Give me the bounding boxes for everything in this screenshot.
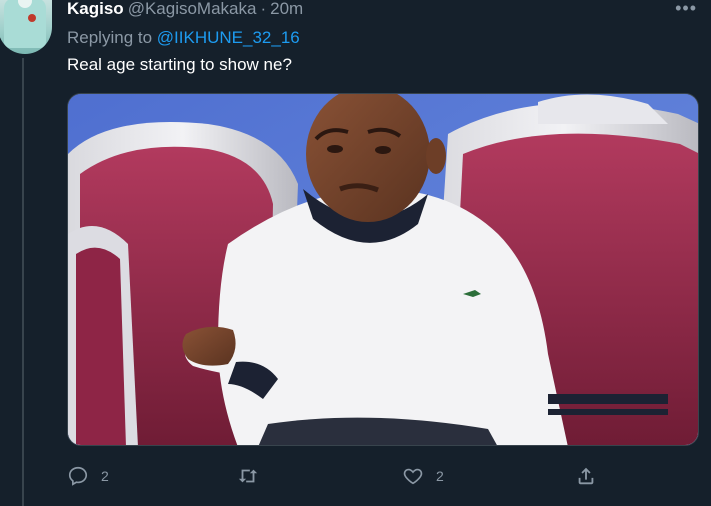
author-name[interactable]: Kagiso (67, 0, 124, 19)
tweet-timestamp[interactable]: 20m (270, 0, 303, 19)
share-button[interactable] (575, 458, 597, 494)
tweet-actions-bar: 2 2 (67, 458, 627, 498)
thread-connector-line (22, 58, 24, 506)
replying-to-mention[interactable]: @IIKHUNE_32_16 (157, 28, 300, 47)
replying-prefix: Replying to (67, 28, 153, 47)
share-icon (578, 467, 594, 485)
more-icon[interactable]: ••• (675, 0, 697, 19)
replying-to-line: Replying to @IIKHUNE_32_16 (67, 28, 300, 48)
avatar-badge (28, 14, 36, 22)
retweet-button[interactable] (237, 458, 271, 494)
avatar[interactable] (0, 0, 52, 54)
tweet-media-image[interactable] (67, 93, 699, 446)
reply-button[interactable]: 2 (67, 458, 109, 494)
media-illustration (68, 94, 698, 445)
heart-icon (403, 468, 423, 485)
author-handle[interactable]: @KagisoMakaka (128, 0, 257, 19)
like-button[interactable]: 2 (402, 458, 444, 494)
retweet-icon (238, 469, 258, 483)
like-count: 2 (436, 468, 444, 484)
reply-icon (68, 466, 88, 486)
reply-count: 2 (101, 468, 109, 484)
header-separator: · (260, 0, 267, 18)
tweet-header: Kagiso @KagisoMakaka · 20m (67, 0, 303, 21)
tweet-text: Real age starting to show ne? (67, 55, 292, 74)
